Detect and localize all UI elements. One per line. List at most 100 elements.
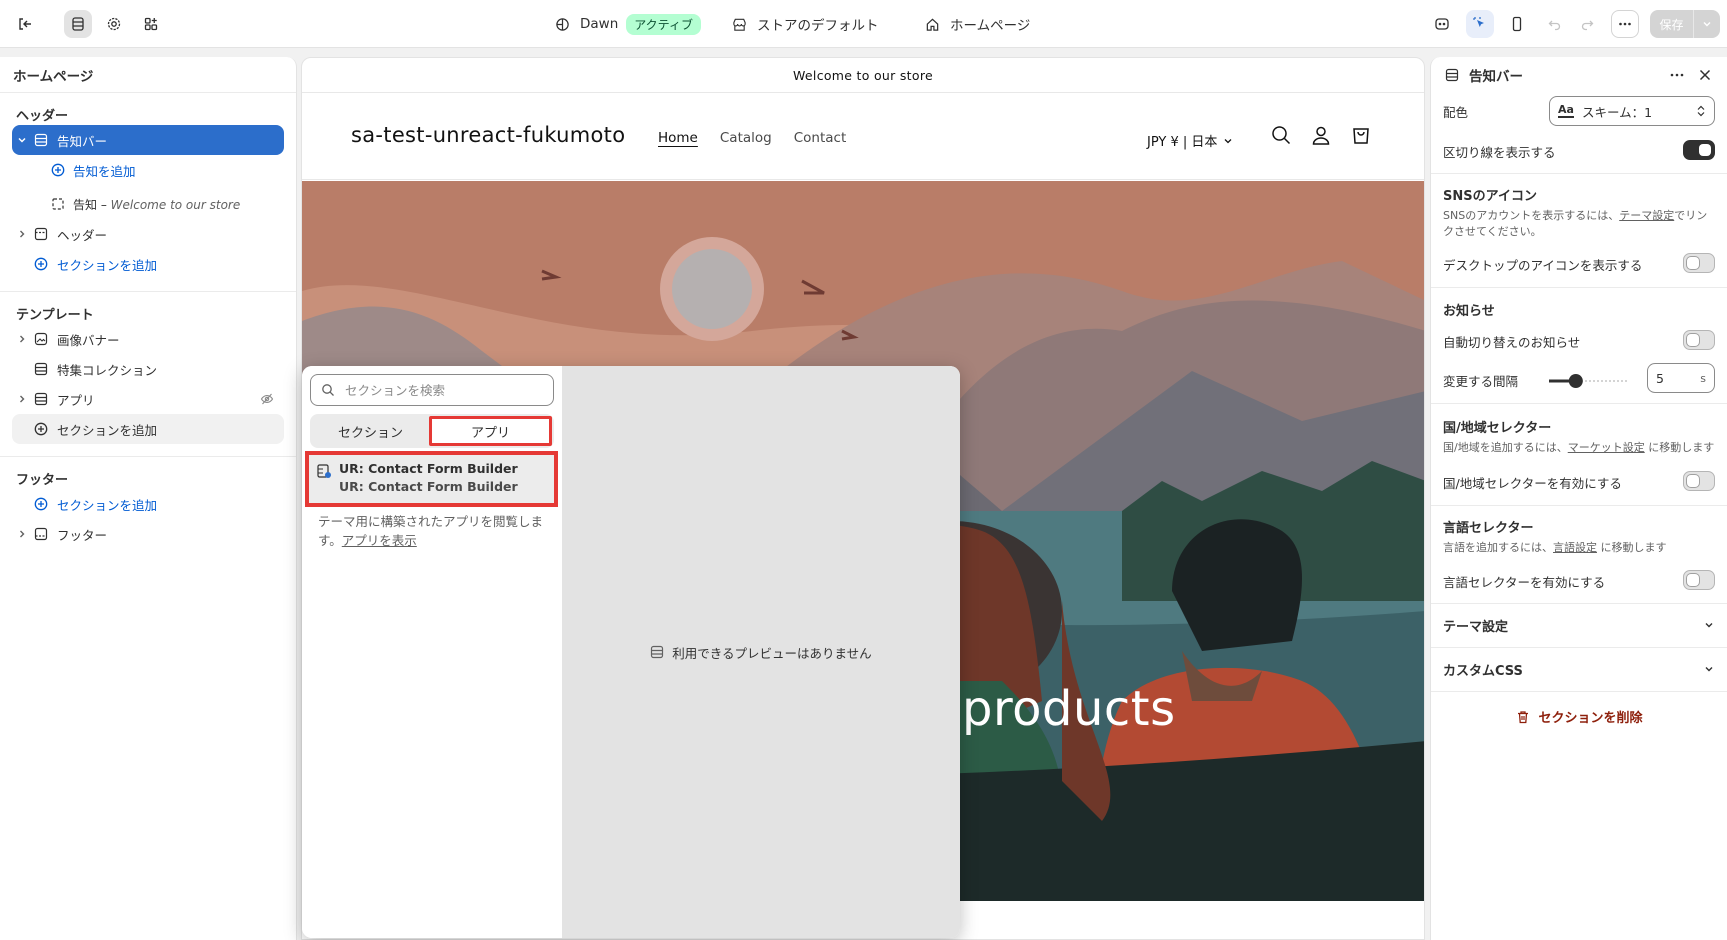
mobile-icon[interactable] [1503,10,1531,38]
color-scheme-row: 配色 Aa スキーム：1 [1443,96,1715,126]
market-settings-link[interactable]: マーケット設定 [1568,441,1645,454]
add-section-button[interactable]: セクションを追加 [12,249,284,279]
exit-icon[interactable] [11,10,39,38]
search-icon [322,384,334,396]
divider [1431,603,1727,604]
hero-heading: products [962,681,1176,737]
add-section-button[interactable]: セクションを追加 [12,489,284,519]
preview-announcement-bar[interactable]: Welcome to our store [302,58,1424,93]
sidebar-item-footer[interactable]: フッター [12,519,284,549]
theme-selector[interactable]: Dawn アクティブ [555,0,701,48]
save-button[interactable]: 保存 [1650,10,1694,38]
settings-panel: 告知バー 配色 Aa スキーム：1 区切り線を表示する SNSのアイコン SNS… [1430,57,1727,940]
nav-link-catalog[interactable]: Catalog [720,130,772,146]
chevron-right-icon[interactable] [16,228,28,240]
sidebar-item-featured-collection[interactable]: 特集コレクション [12,354,284,384]
theme-icon [555,17,570,32]
section-icon [34,362,48,376]
page-selector[interactable]: ホームページ [925,0,1030,48]
section-icon [34,133,48,147]
cart-icon[interactable] [1350,124,1372,146]
theme-settings-accordion[interactable]: テーマ設定 [1443,615,1715,635]
divider [1431,403,1727,404]
divider-toggle[interactable] [1683,140,1715,160]
close-icon[interactable] [1698,68,1712,82]
gear-icon[interactable] [100,10,128,38]
chevron-down-icon [1703,22,1711,27]
inspector-icon[interactable] [1428,10,1456,38]
section-icon [34,527,48,541]
chevron-down-icon [1224,138,1232,143]
language-settings-link[interactable]: 言語設定 [1553,541,1597,554]
top-bar: Dawn アクティブ ストアのデフォルト ホームページ 保存 [0,0,1727,48]
country-enable-label: 国/地域セレクターを有効にする [1443,476,1622,491]
announcement-text: Welcome to our store [110,197,241,212]
plus-circle-icon [51,163,65,177]
country-help-text: 国/地域を追加するには、 [1443,441,1568,454]
more-icon[interactable] [1611,10,1639,38]
divider [1431,691,1727,692]
save-menu-button[interactable] [1694,10,1720,38]
sidebar-item-image-banner[interactable]: 画像バナー [12,324,284,354]
section-icon [1445,68,1459,82]
nav-link-contact[interactable]: Contact [794,130,847,146]
search-input[interactable] [345,382,535,398]
chevron-down-icon[interactable] [16,134,28,146]
custom-css-accordion[interactable]: カスタムCSS [1443,659,1715,679]
interval-slider[interactable] [1549,371,1629,391]
sidebar-item-label: 告知バー [57,133,108,149]
popover-list: セクション アプリ UR: Contact Form Builder UR: C… [302,366,562,938]
add-section-label: セクションを追加 [57,257,158,273]
announcement-prefix: 告知 – [73,197,107,212]
account-icon[interactable] [1310,124,1332,146]
image-icon [34,332,48,346]
apps-icon[interactable] [137,10,165,38]
sidebar-item-label: アプリ [57,392,95,408]
plus-circle-icon [34,257,48,271]
sidebar-item-header[interactable]: ヘッダー [12,219,284,249]
divider [1431,505,1727,506]
undo-icon[interactable] [1541,10,1569,38]
sidebar-item-announcement-bar[interactable]: 告知バー [12,125,284,155]
eye-hidden-icon[interactable] [260,392,274,406]
tab-apps[interactable]: アプリ [429,416,552,446]
interval-input[interactable]: 5 s [1647,363,1715,393]
sns-desktop-toggle[interactable] [1683,253,1715,273]
language-help-text: 言語を追加するには、 [1443,541,1553,554]
delete-section-button[interactable]: セクションを削除 [1431,707,1727,726]
section-search[interactable] [310,374,554,406]
theme-settings-link[interactable]: テーマ設定 [1619,209,1674,222]
store-default-label: ストアのデフォルト [757,18,879,34]
auto-rotate-toggle[interactable] [1683,330,1715,350]
search-icon[interactable] [1270,124,1292,146]
trash-icon [1518,710,1529,723]
view-apps-link[interactable]: アプリを表示 [342,533,417,548]
tab-sections[interactable]: セクション [312,416,429,446]
template-group-heading: テンプレート [16,307,94,323]
app-block-item[interactable]: UR: Contact Form Builder UR: Contact For… [305,451,558,507]
sections-icon[interactable] [64,10,92,38]
redo-icon[interactable] [1573,10,1601,38]
section-icon [34,392,48,406]
select-pointer-icon[interactable] [1466,10,1494,38]
store-name[interactable]: sa-test-unreact-fukumoto [351,123,625,147]
more-icon[interactable] [1669,68,1685,82]
no-preview-text: 利用できるプレビューはありません [672,645,872,661]
settings-header: 告知バー [1431,57,1727,93]
chevron-right-icon[interactable] [16,333,28,345]
add-announcement-label: 告知を追加 [73,163,136,179]
sidebar-item-apps[interactable]: アプリ [12,384,284,414]
chevron-right-icon[interactable] [16,528,28,540]
chevron-right-icon[interactable] [16,393,28,405]
nav-link-home[interactable]: Home [658,130,698,146]
store-icon [732,17,747,32]
country-enable-toggle[interactable] [1683,471,1715,491]
add-announcement-button[interactable]: 告知を追加 [12,155,284,185]
sidebar-item-announcement[interactable]: 告知 – Welcome to our store [12,189,284,219]
currency-selector[interactable]: JPY ¥ | 日本 [1147,131,1233,150]
language-enable-toggle[interactable] [1683,570,1715,590]
store-default-selector[interactable]: ストアのデフォルト [732,0,879,48]
color-scheme-select[interactable]: Aa スキーム：1 [1549,96,1715,126]
header-group-heading: ヘッダー [16,108,69,124]
add-section-button[interactable]: セクションを追加 [12,414,284,444]
